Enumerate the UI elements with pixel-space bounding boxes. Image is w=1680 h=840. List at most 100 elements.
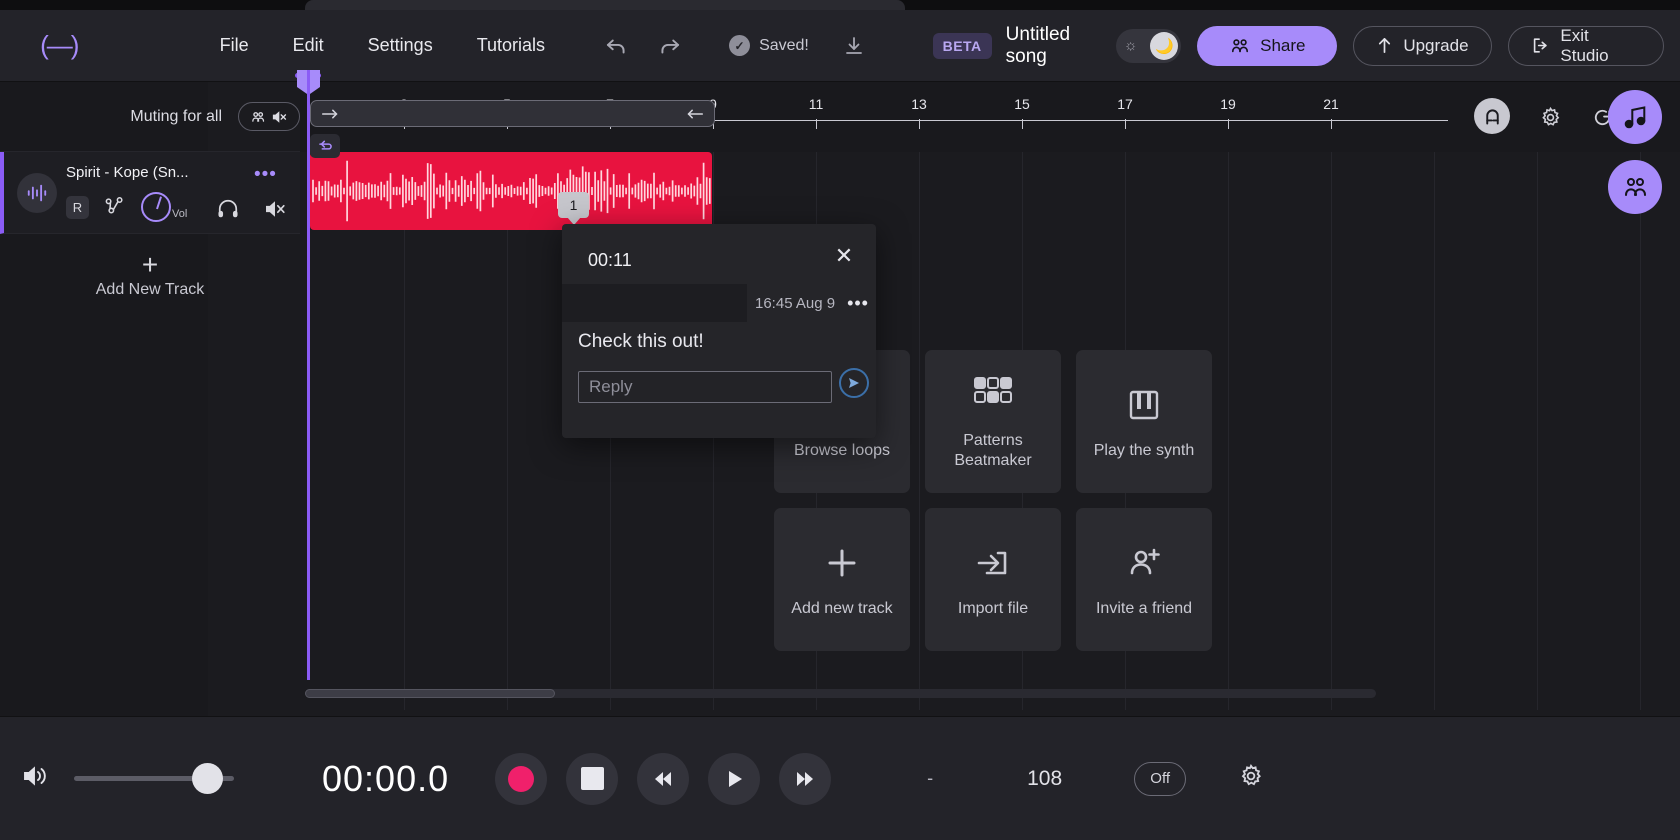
menu-item-settings[interactable]: Settings (364, 29, 437, 62)
track-record-button[interactable]: R (66, 195, 89, 219)
undo-icon[interactable] (597, 27, 635, 65)
master-volume-knob[interactable] (192, 763, 223, 794)
tile-patterns-beatmaker[interactable]: Patterns Beatmaker (925, 350, 1061, 493)
app-header: (—) File Edit Settings Tutorials ✓ Saved… (0, 10, 1680, 82)
record-button[interactable] (495, 752, 548, 805)
menu-item-file[interactable]: File (216, 29, 253, 62)
song-title[interactable]: Untitled song (1006, 24, 1116, 68)
download-icon[interactable] (835, 27, 873, 65)
automation-icon[interactable] (103, 194, 127, 221)
tile-add-new-track-label: Add new track (791, 599, 893, 617)
grid-line (507, 152, 508, 710)
share-button[interactable]: Share (1197, 25, 1338, 66)
time-signature[interactable]: - (927, 768, 933, 789)
moon-icon: 🌙 (1150, 31, 1179, 60)
menu-item-tutorials[interactable]: Tutorials (473, 29, 549, 62)
headphones-icon[interactable] (216, 198, 240, 225)
upgrade-button-label: Upgrade (1403, 35, 1469, 55)
add-new-track-label: Add New Track (95, 281, 205, 298)
plus-icon (822, 541, 862, 585)
ruler-tick-label: 21 (1323, 96, 1339, 112)
tile-play-the-synth[interactable]: Play the synth (1076, 350, 1212, 493)
main-menu: File Edit Settings Tutorials (216, 29, 549, 62)
person-add-icon (1124, 541, 1164, 585)
record-icon (508, 765, 535, 792)
horizontal-scrollbar-track[interactable] (305, 689, 1376, 698)
track-monitor-controls (216, 198, 288, 225)
redo-icon[interactable] (651, 27, 689, 65)
tile-invite-a-friend[interactable]: Invite a friend (1076, 508, 1212, 651)
theme-toggle[interactable]: ☼ 🌙 (1115, 28, 1182, 63)
ruler-tick (1228, 119, 1229, 129)
play-icon (729, 770, 743, 787)
ruler-tick (1022, 119, 1023, 129)
timeline-ruler[interactable]: 3579111315171921 (300, 82, 1680, 152)
exit-studio-button-label: Exit Studio (1560, 25, 1609, 65)
ruler-tick-label: 15 (1014, 96, 1030, 112)
save-status: ✓ Saved! (729, 35, 809, 56)
stop-button[interactable] (566, 752, 619, 805)
tile-patterns-beatmaker-label: Patterns Beatmaker (954, 432, 1032, 469)
fast-forward-button[interactable] (779, 752, 832, 805)
comment-more-dots-icon[interactable]: ••• (847, 293, 869, 314)
loop-region-chip[interactable] (310, 134, 340, 158)
piano-keys-icon (1124, 383, 1164, 427)
magnet-icon[interactable] (1474, 98, 1510, 134)
horizontal-scrollbar-thumb[interactable] (305, 689, 555, 698)
browser-tab[interactable] (305, 0, 905, 10)
arrow-left-icon (687, 109, 704, 118)
exit-studio-button[interactable]: Exit Studio (1507, 25, 1664, 66)
mute-all-row: Muting for all (0, 82, 300, 152)
clip-waveform (312, 160, 711, 222)
more-dots-icon[interactable]: ••• (254, 164, 277, 186)
volume-knob[interactable] (141, 192, 171, 222)
tile-import-file[interactable]: Import file (925, 508, 1061, 651)
mute-all-button[interactable] (238, 102, 300, 131)
arrow-right-icon (321, 109, 338, 118)
collaborators-fab[interactable] (1608, 160, 1662, 214)
speaker-mute-icon[interactable] (264, 198, 288, 225)
import-arrow-icon (973, 541, 1013, 585)
rewind-icon (655, 771, 672, 786)
rewind-button[interactable] (637, 752, 690, 805)
track-controls: R (66, 192, 171, 222)
comment-text: Check this out! (578, 331, 704, 352)
fast-forward-icon (797, 771, 814, 786)
share-button-label: Share (1260, 35, 1306, 55)
comment-date: 16:45 Aug 9 (755, 294, 836, 312)
comment-popup[interactable]: 00:11 ✕ 16:45 Aug 9 ••• Check this out! … (562, 224, 876, 438)
ruler-tick-label: 13 (911, 96, 927, 112)
play-button[interactable] (708, 752, 761, 805)
bpm-value[interactable]: 108 (1027, 767, 1062, 791)
add-new-track-button[interactable]: + Add New Track (0, 234, 300, 320)
audio-clip[interactable] (310, 152, 712, 230)
ruler-tick-label: 11 (808, 96, 824, 112)
master-volume-slider[interactable] (74, 763, 234, 794)
plus-icon: + (141, 249, 159, 280)
sounds-fab[interactable] (1608, 90, 1662, 144)
timeline-settings-gear-icon[interactable] (1539, 106, 1562, 134)
reply-input[interactable]: Reply (578, 371, 832, 403)
loop-region-bar[interactable] (310, 100, 715, 127)
undo-redo-group (597, 27, 689, 65)
ruler-tick (1125, 119, 1126, 129)
comment-marker[interactable]: 1 (558, 192, 589, 218)
volume-label: Vol (172, 208, 188, 220)
grid-line (1434, 152, 1435, 710)
studio-app: (—) File Edit Settings Tutorials ✓ Saved… (0, 0, 1680, 840)
metronome-toggle[interactable]: Off (1134, 761, 1187, 796)
grid-line (1228, 152, 1229, 710)
comment-author-redacted (562, 284, 747, 322)
tile-add-new-track[interactable]: Add new track (774, 508, 910, 651)
app-logo-icon[interactable]: (—) (32, 29, 86, 63)
transport-settings-gear-icon[interactable] (1238, 763, 1264, 794)
volume-icon[interactable] (22, 763, 52, 794)
menu-item-edit[interactable]: Edit (289, 29, 328, 62)
close-icon[interactable]: ✕ (830, 242, 858, 270)
save-status-label: Saved! (759, 36, 809, 54)
send-icon[interactable] (839, 368, 869, 398)
ruler-tick-label: 19 (1220, 96, 1236, 112)
tile-play-the-synth-label: Play the synth (1093, 441, 1195, 459)
track-row[interactable]: Spirit - Kope (Sn... ••• R Vol (0, 152, 300, 234)
upgrade-button[interactable]: Upgrade (1353, 25, 1492, 66)
